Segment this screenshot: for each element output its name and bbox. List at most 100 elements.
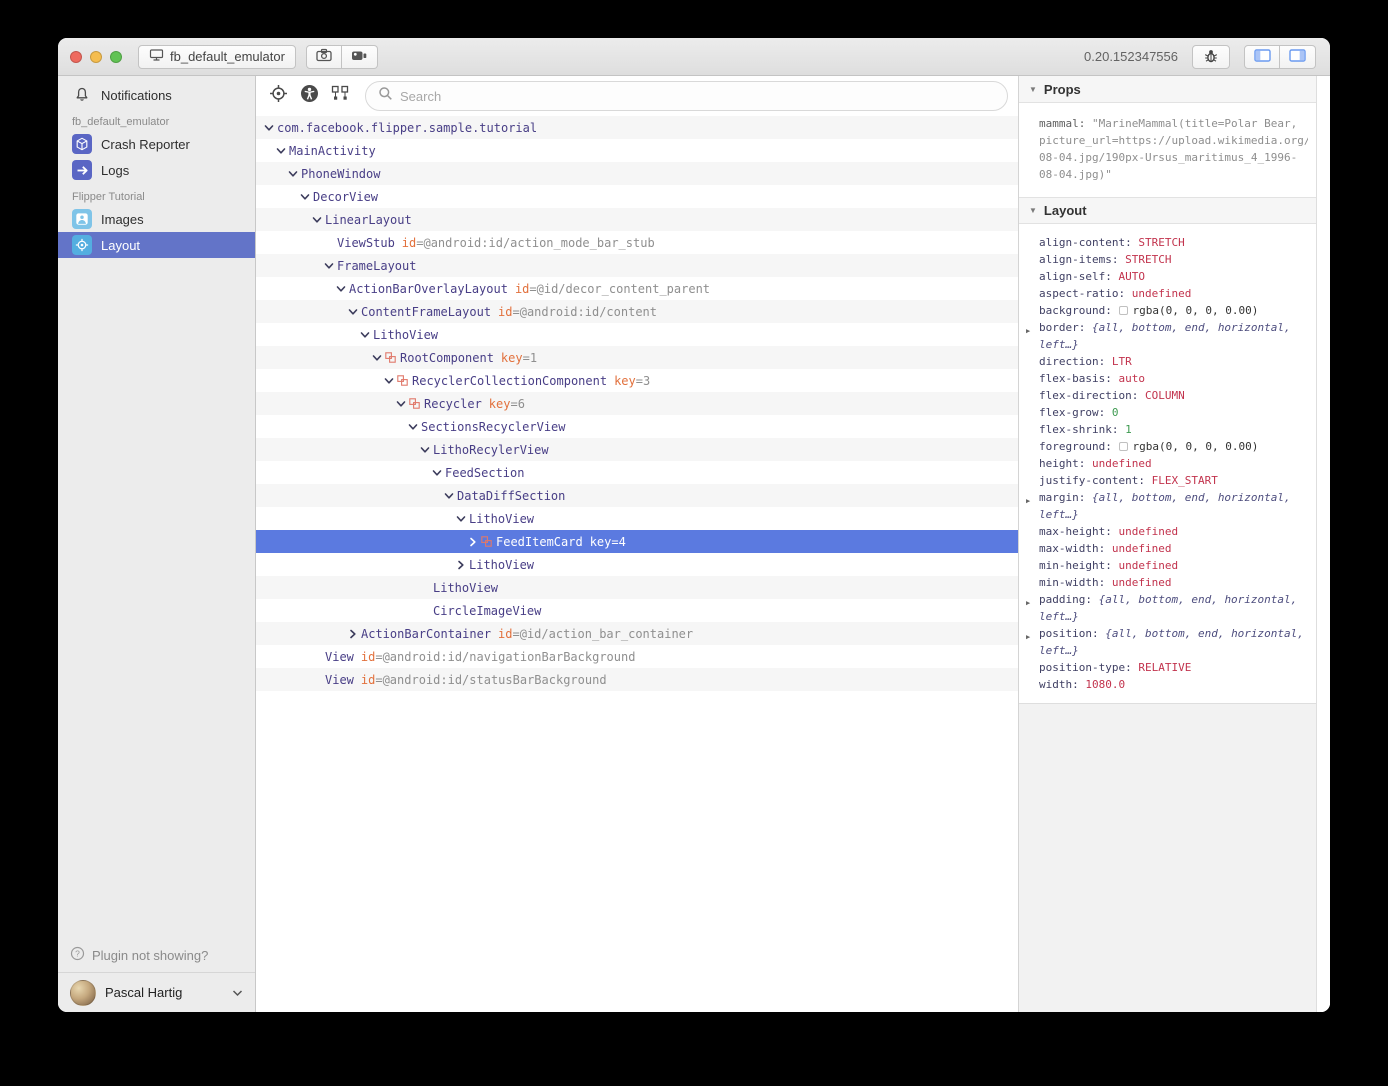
layout-prop-value[interactable]: rgba(0, 0, 0, 0.00)	[1132, 440, 1258, 453]
chevron-down-icon[interactable]	[300, 192, 313, 202]
layout-prop-value[interactable]: undefined	[1092, 457, 1152, 470]
layout-prop-value[interactable]: auto	[1118, 372, 1145, 385]
layout-prop-border[interactable]: ▶border: {all, bottom, end, horizontal, …	[1019, 319, 1310, 353]
tree-row-recycler[interactable]: Recyclerkey=6	[256, 392, 1018, 415]
layout-prop-value[interactable]: 1	[1125, 423, 1132, 436]
layout-section-header[interactable]: ▼ Layout	[1019, 197, 1316, 224]
device-selector-button[interactable]: fb_default_emulator	[138, 45, 296, 69]
layout-prop-min-height[interactable]: min-height: undefined	[1019, 557, 1310, 574]
toggle-left-panel-button[interactable]	[1244, 45, 1280, 69]
chevron-down-icon[interactable]	[372, 353, 385, 363]
tree-row-lithorecylerview[interactable]: LithoRecylerView	[256, 438, 1018, 461]
tree-row-contentframelayout[interactable]: ContentFrameLayoutid=@android:id/content	[256, 300, 1018, 323]
layout-prop-value[interactable]: STRETCH	[1125, 253, 1171, 266]
tree-row-decorview[interactable]: DecorView	[256, 185, 1018, 208]
layout-prop-value[interactable]: undefined	[1112, 576, 1172, 589]
chevron-down-icon[interactable]	[384, 376, 397, 386]
tree-row-framelayout[interactable]: FrameLayout	[256, 254, 1018, 277]
tree-row-lithoview[interactable]: LithoView	[256, 576, 1018, 599]
tree-row-linearlayout[interactable]: LinearLayout	[256, 208, 1018, 231]
chevron-down-icon[interactable]	[396, 399, 409, 409]
color-checkbox[interactable]	[1119, 442, 1128, 451]
layout-prop-width[interactable]: width: 1080.0	[1019, 676, 1310, 693]
tree-row-view[interactable]: Viewid=@android:id/navigationBarBackgrou…	[256, 645, 1018, 668]
layout-prop-justify-content[interactable]: justify-content: FLEX_START	[1019, 472, 1310, 489]
chevron-down-icon[interactable]	[324, 261, 337, 271]
tree-row-recyclercollectioncomponent[interactable]: RecyclerCollectionComponentkey=3	[256, 369, 1018, 392]
tree-row-phonewindow[interactable]: PhoneWindow	[256, 162, 1018, 185]
color-checkbox[interactable]	[1119, 306, 1128, 315]
target-mode-button[interactable]	[266, 84, 290, 108]
layout-prop-max-height[interactable]: max-height: undefined	[1019, 523, 1310, 540]
layout-prop-value[interactable]: LTR	[1112, 355, 1132, 368]
chevron-down-icon[interactable]	[312, 215, 325, 225]
layout-prop-foreground[interactable]: foreground: rgba(0, 0, 0, 0.00)	[1019, 438, 1310, 455]
search-input[interactable]	[400, 89, 995, 104]
expand-triangle-icon[interactable]: ▶	[1026, 493, 1030, 510]
layout-prop-min-width[interactable]: min-width: undefined	[1019, 574, 1310, 591]
layout-prop-max-width[interactable]: max-width: undefined	[1019, 540, 1310, 557]
expand-triangle-icon[interactable]: ▶	[1026, 323, 1030, 340]
close-window-button[interactable]	[70, 51, 82, 63]
tree-row-lithoview[interactable]: LithoView	[256, 323, 1018, 346]
tree-row-mainactivity[interactable]: MainActivity	[256, 139, 1018, 162]
layout-prop-flex-grow[interactable]: flex-grow: 0	[1019, 404, 1310, 421]
layout-prop-value[interactable]: COLUMN	[1145, 389, 1185, 402]
tree-row-actionbarcontainer[interactable]: ActionBarContainerid=@id/action_bar_cont…	[256, 622, 1018, 645]
layout-prop-align-self[interactable]: align-self: AUTO	[1019, 268, 1310, 285]
tree-row-sectionsrecyclerview[interactable]: SectionsRecyclerView	[256, 415, 1018, 438]
layout-prop-position-type[interactable]: position-type: RELATIVE	[1019, 659, 1310, 676]
chevron-down-icon[interactable]	[264, 123, 277, 133]
minimize-window-button[interactable]	[90, 51, 102, 63]
chevron-right-icon[interactable]	[456, 560, 469, 570]
layout-prop-value[interactable]: 0	[1112, 406, 1119, 419]
screenshot-button[interactable]	[306, 45, 342, 69]
chevron-down-icon[interactable]	[348, 307, 361, 317]
sidebar-item-layout[interactable]: Layout	[58, 232, 255, 258]
chevron-down-icon[interactable]	[420, 445, 433, 455]
chevron-right-icon[interactable]	[348, 629, 361, 639]
layout-prop-background[interactable]: background: rgba(0, 0, 0, 0.00)	[1019, 302, 1310, 319]
layout-prop-position[interactable]: ▶position: {all, bottom, end, horizontal…	[1019, 625, 1310, 659]
report-bug-button[interactable]	[1192, 45, 1230, 69]
layout-prop-value[interactable]: undefined	[1112, 542, 1172, 555]
layout-prop-value[interactable]: rgba(0, 0, 0, 0.00)	[1132, 304, 1258, 317]
layout-prop-value[interactable]: AUTO	[1118, 270, 1145, 283]
layout-prop-flex-shrink[interactable]: flex-shrink: 1	[1019, 421, 1310, 438]
chevron-down-icon[interactable]	[444, 491, 457, 501]
layout-prop-value[interactable]: STRETCH	[1138, 236, 1184, 249]
tree-row-circleimageview[interactable]: CircleImageView	[256, 599, 1018, 622]
plugin-help-link[interactable]: ? Plugin not showing?	[58, 938, 255, 972]
layout-prop-direction[interactable]: direction: LTR	[1019, 353, 1310, 370]
layout-prop-flex-direction[interactable]: flex-direction: COLUMN	[1019, 387, 1310, 404]
accessibility-mode-button[interactable]	[297, 84, 321, 108]
chevron-down-icon[interactable]	[360, 330, 373, 340]
expand-triangle-icon[interactable]: ▶	[1026, 629, 1030, 646]
tree-row-rootcomponent[interactable]: RootComponentkey=1	[256, 346, 1018, 369]
chevron-right-icon[interactable]	[468, 537, 481, 547]
layout-prop-padding[interactable]: ▶padding: {all, bottom, end, horizontal,…	[1019, 591, 1310, 625]
layout-prop-value[interactable]: undefined	[1118, 559, 1178, 572]
layout-prop-height[interactable]: height: undefined	[1019, 455, 1310, 472]
tree-row-view[interactable]: Viewid=@android:id/statusBarBackground	[256, 668, 1018, 691]
layout-prop-align-content[interactable]: align-content: STRETCH	[1019, 234, 1310, 251]
layout-prop-margin[interactable]: ▶margin: {all, bottom, end, horizontal, …	[1019, 489, 1310, 523]
tree-row-viewstub[interactable]: ViewStubid=@android:id/action_mode_bar_s…	[256, 231, 1018, 254]
sidebar-item-crash-reporter[interactable]: Crash Reporter	[58, 131, 255, 157]
layout-prop-align-items[interactable]: align-items: STRETCH	[1019, 251, 1310, 268]
chevron-down-icon[interactable]	[456, 514, 469, 524]
sidebar-item-notifications[interactable]: Notifications	[58, 82, 255, 108]
user-menu[interactable]: Pascal Hartig	[58, 972, 255, 1012]
tree-row-feedsection[interactable]: FeedSection	[256, 461, 1018, 484]
layout-prop-flex-basis[interactable]: flex-basis: auto	[1019, 370, 1310, 387]
tree-row-lithoview[interactable]: LithoView	[256, 507, 1018, 530]
chevron-down-icon[interactable]	[276, 146, 289, 156]
toggle-right-panel-button[interactable]	[1280, 45, 1316, 69]
layout-prop-value[interactable]: undefined	[1132, 287, 1192, 300]
screen-record-button[interactable]	[342, 45, 378, 69]
chevron-down-icon[interactable]	[336, 284, 349, 294]
tree-row-lithoview[interactable]: LithoView	[256, 553, 1018, 576]
layout-prop-aspect-ratio[interactable]: aspect-ratio: undefined	[1019, 285, 1310, 302]
tree-row-actionbaroverlaylayout[interactable]: ActionBarOverlayLayoutid=@id/decor_conte…	[256, 277, 1018, 300]
chevron-down-icon[interactable]	[432, 468, 445, 478]
